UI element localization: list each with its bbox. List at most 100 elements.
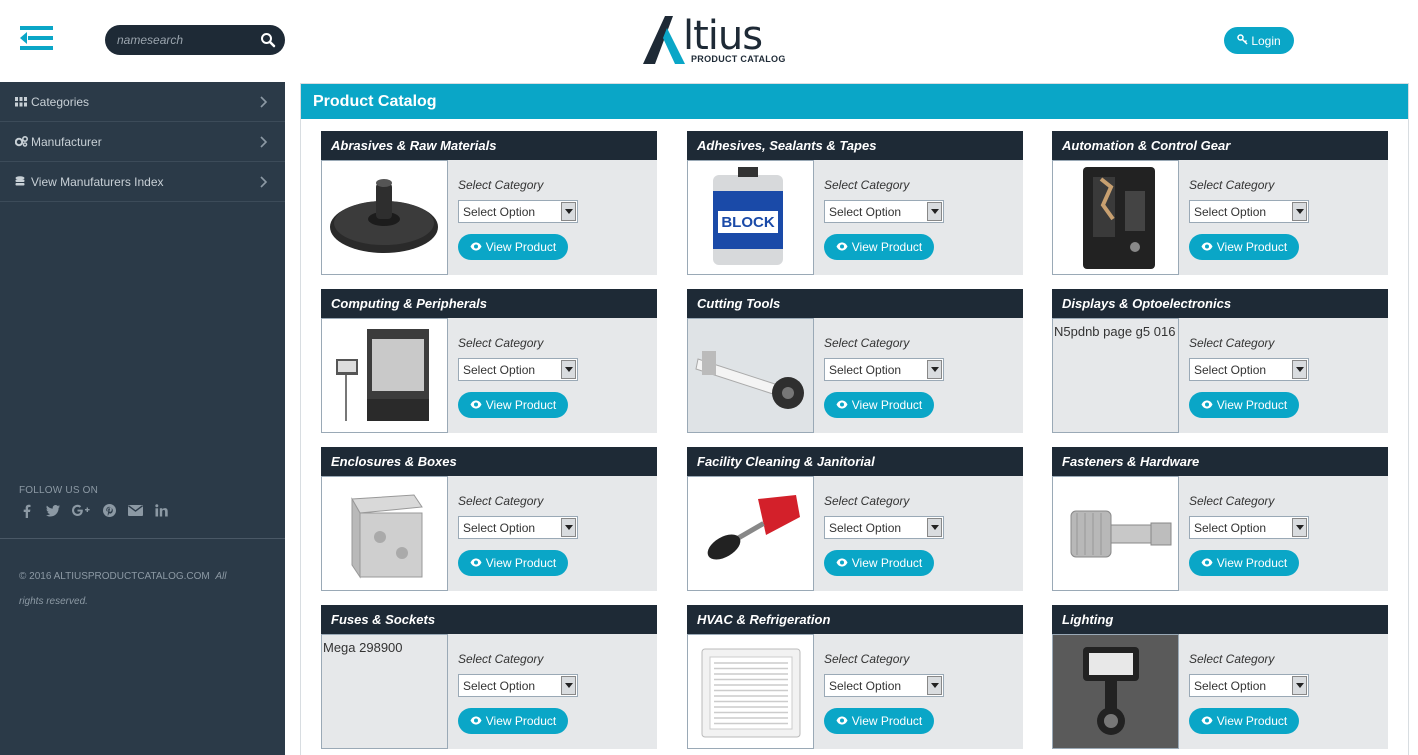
view-product-label: View Product — [1216, 556, 1288, 570]
search-box — [105, 25, 285, 55]
product-image[interactable] — [321, 160, 448, 275]
view-product-label: View Product — [485, 240, 557, 254]
product-image[interactable]: Mega 298900 — [321, 634, 448, 749]
category-select[interactable]: Select Option — [1189, 200, 1309, 223]
search-icon[interactable] — [260, 32, 276, 48]
product-image[interactable] — [687, 318, 814, 433]
product-image[interactable]: N5pdnb page g5 016 — [1052, 318, 1179, 433]
view-product-label: View Product — [485, 714, 557, 728]
category-select[interactable]: Select Option — [458, 674, 578, 697]
chevron-right-icon — [260, 136, 268, 148]
google-plus-icon[interactable] — [71, 503, 91, 518]
database-icon — [15, 175, 28, 188]
category-body: Select Category Select Option View Product — [687, 476, 1023, 591]
category-select[interactable]: Select Option — [824, 358, 944, 381]
category-card: Lighting Select Category Select Option View… — [1052, 605, 1388, 749]
category-card: Abrasives & Raw Materials Select Category… — [321, 131, 657, 275]
category-select[interactable]: Select Option — [824, 674, 944, 697]
category-card: Enclosures & Boxes Select Category Select … — [321, 447, 657, 591]
category-title[interactable]: Fuses & Sockets — [321, 605, 657, 634]
search-input[interactable] — [117, 32, 257, 48]
category-body: N5pdnb page g5 016 Select Category Select … — [1052, 318, 1388, 433]
dropdown-arrow-icon — [1292, 360, 1307, 379]
pinterest-icon[interactable] — [102, 503, 117, 518]
category-select[interactable]: Select Option — [1189, 516, 1309, 539]
category-select[interactable]: Select Option — [458, 200, 578, 223]
view-product-button[interactable]: View Product — [1189, 550, 1299, 576]
linkedin-icon[interactable] — [154, 503, 169, 518]
product-image[interactable] — [1052, 160, 1179, 275]
category-title[interactable]: Automation & Control Gear — [1052, 131, 1388, 160]
category-title[interactable]: HVAC & Refrigeration — [687, 605, 1023, 634]
category-title[interactable]: Lighting — [1052, 605, 1388, 634]
select-value: Select Option — [463, 520, 536, 535]
altius-logo[interactable]: ltius PRODUCT CATALOG — [641, 14, 786, 66]
follow-us-label: FOLLOW US ON — [19, 485, 99, 496]
category-select[interactable]: Select Option — [824, 200, 944, 223]
copyright-text: © 2016 ALTIUSPRODUCTCATALOG.COM All righ… — [19, 564, 249, 614]
category-card: Displays & Optoelectronics N5pdnb page g5… — [1052, 289, 1388, 433]
sidebar-item-manufacturer[interactable]: Manufacturer — [0, 122, 285, 162]
email-icon[interactable] — [128, 503, 143, 518]
view-product-button[interactable]: View Product — [458, 550, 568, 576]
select-value: Select Option — [463, 678, 536, 693]
view-product-label: View Product — [851, 240, 923, 254]
product-image[interactable] — [1052, 634, 1179, 749]
view-product-button[interactable]: View Product — [1189, 708, 1299, 734]
menu-toggle-icon[interactable] — [20, 26, 53, 50]
view-product-label: View Product — [851, 398, 923, 412]
select-category-label: Select Category — [1189, 336, 1275, 350]
product-image[interactable] — [687, 634, 814, 749]
dropdown-arrow-icon — [1292, 518, 1307, 537]
select-category-label: Select Category — [458, 178, 544, 192]
view-product-button[interactable]: View Product — [458, 392, 568, 418]
category-title[interactable]: Cutting Tools — [687, 289, 1023, 318]
category-title[interactable]: Adhesives, Sealants & Tapes — [687, 131, 1023, 160]
view-product-button[interactable]: View Product — [1189, 392, 1299, 418]
category-select[interactable]: Select Option — [824, 516, 944, 539]
category-select[interactable]: Select Option — [1189, 674, 1309, 697]
category-select[interactable]: Select Option — [1189, 358, 1309, 381]
view-product-button[interactable]: View Product — [824, 550, 934, 576]
view-product-button[interactable]: View Product — [824, 392, 934, 418]
view-product-button[interactable]: View Product — [824, 234, 934, 260]
select-category-label: Select Category — [824, 178, 910, 192]
category-title[interactable]: Enclosures & Boxes — [321, 447, 657, 476]
gears-icon — [15, 136, 28, 148]
select-category-label: Select Category — [1189, 494, 1275, 508]
view-product-button[interactable]: View Product — [458, 234, 568, 260]
eye-icon — [836, 714, 848, 728]
view-product-button[interactable]: View Product — [824, 708, 934, 734]
sidebar-item-label: View Manufaturers Index — [31, 174, 164, 189]
login-button[interactable]: Login — [1224, 27, 1294, 54]
facebook-icon[interactable] — [19, 503, 34, 518]
product-image[interactable] — [321, 318, 448, 433]
category-card: HVAC & Refrigeration Select Category Selec… — [687, 605, 1023, 749]
category-title[interactable]: Computing & Peripherals — [321, 289, 657, 318]
view-product-button[interactable]: View Product — [458, 708, 568, 734]
select-value: Select Option — [1194, 678, 1267, 693]
product-image[interactable] — [1052, 476, 1179, 591]
eye-icon — [1201, 398, 1213, 412]
eye-icon — [1201, 240, 1213, 254]
product-image[interactable] — [321, 476, 448, 591]
key-icon — [1237, 33, 1248, 48]
sidebar-item-categories[interactable]: Categories — [0, 82, 285, 122]
image-alt-text: Mega 298900 — [323, 640, 403, 655]
twitter-icon[interactable] — [45, 503, 60, 518]
sidebar-item-manufacturers-index[interactable]: View Manufaturers Index — [0, 162, 285, 202]
category-title[interactable]: Facility Cleaning & Janitorial — [687, 447, 1023, 476]
view-product-button[interactable]: View Product — [1189, 234, 1299, 260]
category-title[interactable]: Fasteners & Hardware — [1052, 447, 1388, 476]
product-image[interactable] — [687, 476, 814, 591]
select-value: Select Option — [829, 520, 902, 535]
select-value: Select Option — [829, 204, 902, 219]
category-select[interactable]: Select Option — [458, 358, 578, 381]
product-image[interactable]: BLOCK — [687, 160, 814, 275]
category-select[interactable]: Select Option — [458, 516, 578, 539]
dropdown-arrow-icon — [927, 676, 942, 695]
category-body: Select Category Select Option View Product — [321, 160, 657, 275]
category-title[interactable]: Abrasives & Raw Materials — [321, 131, 657, 160]
category-title[interactable]: Displays & Optoelectronics — [1052, 289, 1388, 318]
view-product-label: View Product — [485, 556, 557, 570]
